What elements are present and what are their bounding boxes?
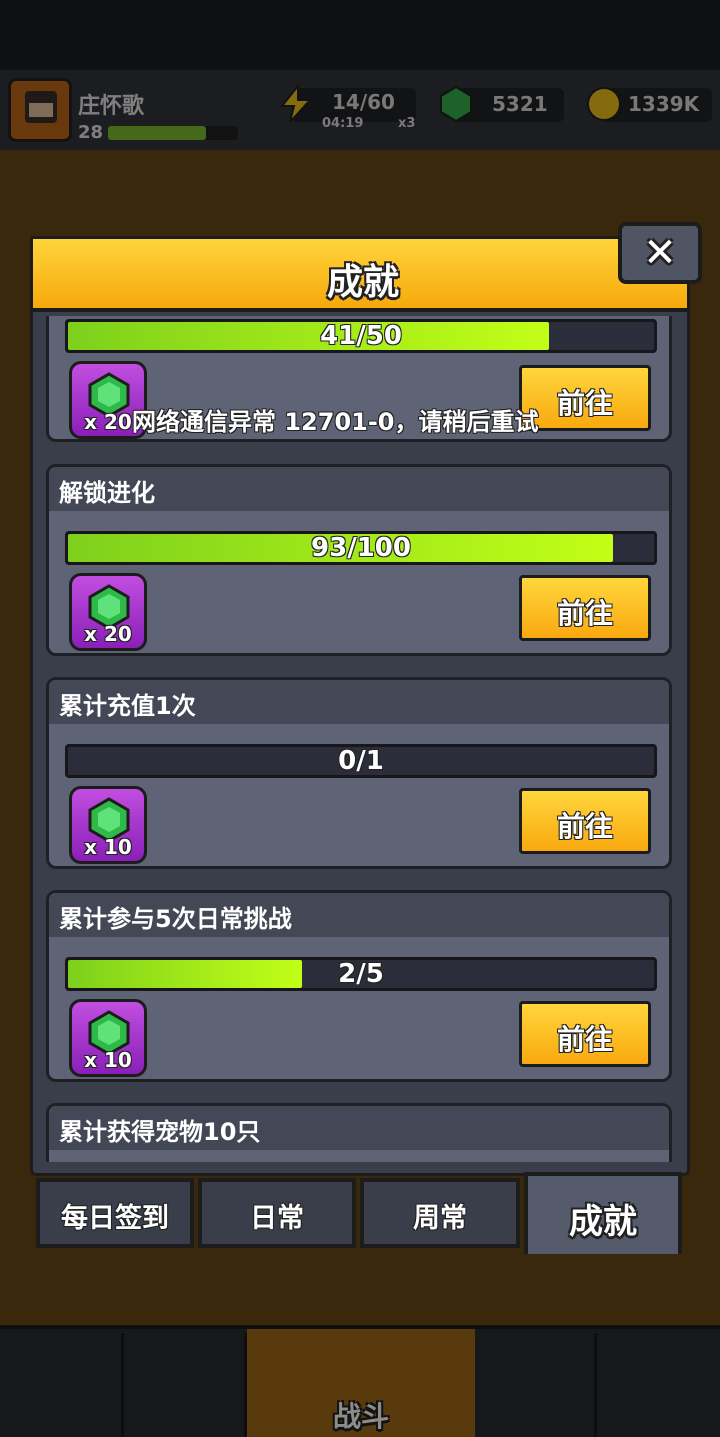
achievement-progress-text: 93/100 [311, 533, 411, 563]
achievement-header: 累计获得宠物10只 [49, 1106, 669, 1150]
achievement-card: 累计参与5次日常挑战 2/5 x 10 前往 [46, 890, 672, 1082]
popup-header: 成就 [30, 236, 690, 312]
popup-title: 成就 [326, 262, 399, 303]
achievement-progress-bar: 41/50 [65, 319, 657, 353]
go-button[interactable]: 前往 [519, 1001, 651, 1067]
reward-quantity: x 10 [84, 1048, 132, 1072]
achievement-progress-bar: 93/100 [65, 531, 657, 565]
achievement-progress-text: 0/1 [338, 746, 384, 776]
go-button-label: 前往 [556, 1023, 613, 1056]
go-button[interactable]: 前往 [519, 788, 651, 854]
tab-label: 成就 [569, 1202, 637, 1242]
tab-daily-signin[interactable]: 每日签到 [36, 1178, 194, 1248]
achievement-title: 解锁进化 [59, 479, 155, 507]
achievement-header: 解锁进化 [49, 467, 669, 511]
go-button[interactable]: 前往 [519, 575, 651, 641]
achievement-progress-bar: 2/5 [65, 957, 657, 991]
go-button-label: 前往 [556, 597, 613, 630]
achievement-progress-text: 41/50 [320, 321, 402, 351]
achievement-header: 累计参与5次日常挑战 [49, 893, 669, 937]
tab-label: 周常 [413, 1203, 467, 1234]
go-button-label: 前往 [556, 387, 613, 420]
achievement-header: 累计充值1次 [49, 680, 669, 724]
achievement-progress-bar: 0/1 [65, 744, 657, 778]
tab-weekly[interactable]: 周常 [360, 1178, 520, 1248]
achievement-reward[interactable]: x 10 [69, 786, 147, 864]
achievement-card: 累计充值1次 0/1 x 10 前往 [46, 677, 672, 869]
reward-quantity: x 20 [84, 622, 132, 646]
achievement-card: 解锁进化 93/100 x 20 前往 [46, 464, 672, 656]
close-icon: ✕ [643, 230, 677, 276]
go-button-label: 前往 [556, 810, 613, 843]
tab-label: 日常 [250, 1203, 304, 1234]
achievement-reward[interactable]: x 10 [69, 999, 147, 1077]
tab-achievements[interactable]: 成就 [524, 1172, 682, 1254]
tab-label: 每日签到 [61, 1203, 169, 1234]
achievement-reward[interactable]: x 20 [69, 573, 147, 651]
close-button[interactable]: ✕ [618, 222, 702, 284]
achievement-list[interactable]: 41/50 x 20 前往 解锁进化 93/100 x 20 前往 累计充值1次 [34, 316, 686, 1162]
tab-daily[interactable]: 日常 [198, 1178, 356, 1248]
achievement-title: 累计参与5次日常挑战 [59, 905, 292, 933]
achievement-title: 累计获得宠物10只 [59, 1118, 261, 1146]
error-toast: 网络通信异常 12701-0，请稍后重试 [132, 408, 539, 436]
achievement-progress-text: 2/5 [338, 959, 384, 989]
achievement-card: 累计获得宠物10只 [46, 1103, 672, 1162]
reward-quantity: x 10 [84, 835, 132, 859]
achievement-title: 累计充值1次 [59, 692, 196, 720]
